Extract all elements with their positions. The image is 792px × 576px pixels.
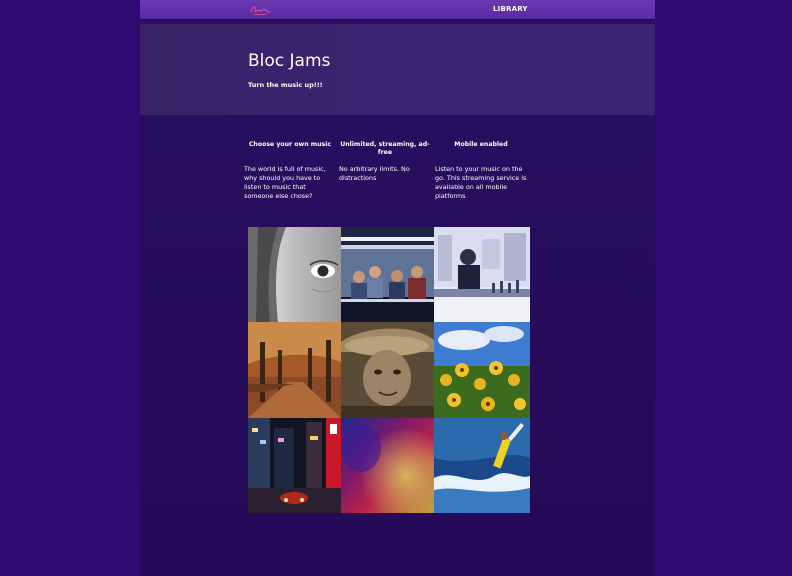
feature-choose-music: Choose your own music The world is full … (244, 141, 336, 201)
navbar: LIBRARY (140, 0, 655, 19)
feature-title: Mobile enabled (454, 141, 508, 148)
surfer-wave-photo (434, 418, 530, 513)
page: LIBRARY Bloc Jams Turn the music up!!! C… (0, 0, 792, 576)
hero-section: Bloc Jams Turn the music up!!! (140, 24, 655, 115)
feature-title: Unlimited, streaming, ad-free (340, 141, 430, 156)
color-blur-photo (341, 418, 434, 513)
feature-unlimited-streaming: Unlimited, streaming, ad-free No arbitra… (339, 141, 431, 183)
yellow-flowers-photo (434, 322, 530, 418)
feature-title: Choose your own music (248, 141, 332, 148)
feature-text: Listen to your music on the go. This str… (435, 165, 527, 200)
nav-library-link[interactable]: LIBRARY (493, 5, 528, 13)
bloc-jams-logo-icon[interactable] (248, 2, 272, 18)
hero-subtitle: Turn the music up!!! (248, 81, 323, 89)
main-container: LIBRARY Bloc Jams Turn the music up!!! C… (140, 0, 655, 576)
feature-text: The world is full of music, why should y… (244, 165, 326, 200)
band-group-photo (341, 227, 434, 322)
hero-title: Bloc Jams (248, 51, 331, 71)
feature-text: No arbitrary limits. No distractions (339, 165, 410, 182)
autumn-park-photo (248, 322, 341, 418)
woman-face-photo (248, 227, 341, 322)
old-man-hat-photo (341, 322, 434, 418)
city-night-photo (248, 418, 341, 513)
image-gallery (248, 227, 530, 513)
feature-mobile-enabled: Mobile enabled Listen to your music on t… (435, 141, 527, 201)
dj-bar-photo (434, 227, 530, 322)
